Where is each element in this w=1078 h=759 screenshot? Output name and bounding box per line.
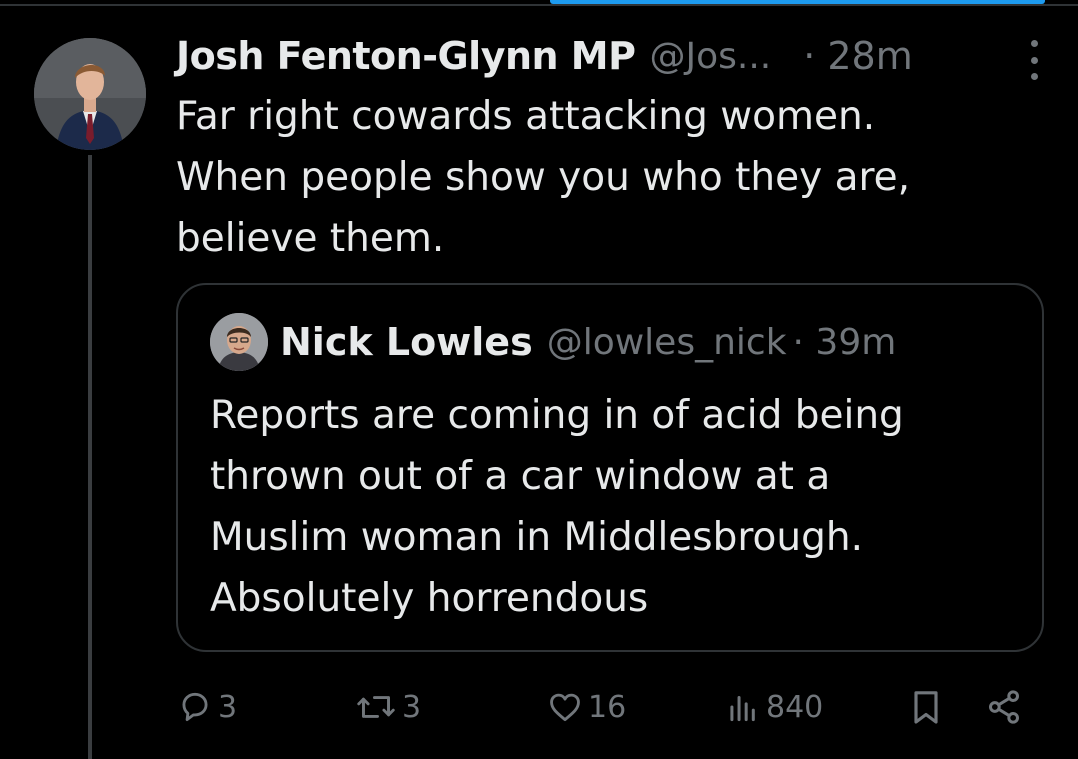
quoted-author-handle[interactable]: @lowles_nick [547, 322, 787, 363]
bookmark-button[interactable] [906, 682, 946, 732]
more-dot [1030, 40, 1038, 47]
quoted-author-photo [210, 313, 268, 371]
share-icon [989, 690, 1019, 724]
heart-icon [550, 693, 580, 722]
author-handle[interactable]: @Jos... [649, 36, 771, 77]
repost-icon [357, 696, 395, 718]
quoted-author-avatar[interactable] [210, 313, 268, 371]
reply-button[interactable]: 3 [176, 682, 237, 732]
bookmark-icon [914, 691, 938, 724]
thread-line [88, 155, 92, 759]
quoted-author-name[interactable]: Nick Lowles [280, 320, 533, 364]
views-icon [730, 695, 755, 722]
more-icon[interactable] [1028, 40, 1040, 80]
tweet-timestamp[interactable]: · 28m [803, 34, 913, 78]
active-tab-indicator [550, 0, 1045, 4]
quoted-tweet-timestamp[interactable]: · 39m [793, 322, 897, 363]
like-button[interactable]: 16 [546, 682, 626, 732]
quoted-tweet-card[interactable]: Nick Lowles @lowles_nick · 39m Reports a… [176, 283, 1044, 652]
author-photo [34, 38, 146, 150]
reply-count: 3 [218, 689, 238, 725]
view-count: 840 [766, 689, 824, 725]
like-count: 16 [588, 689, 627, 725]
repost-button[interactable]: 3 [354, 682, 421, 732]
action-bar: 3 3 16 840 [176, 682, 1036, 732]
reply-icon [182, 692, 208, 722]
divider [0, 4, 1078, 6]
views-button[interactable]: 840 [724, 682, 823, 732]
tweet-text: Far right cowards attacking women. When … [176, 94, 911, 261]
tweet-view: Josh Fenton-Glynn MP @Jos... · 28m Far r… [0, 0, 1078, 759]
author-avatar[interactable] [34, 38, 146, 150]
share-button[interactable] [984, 682, 1024, 732]
more-dot [1030, 56, 1038, 64]
quoted-tweet-text: Reports are coming in of acid being thro… [210, 393, 904, 621]
quoted-tweet-header: Nick Lowles @lowles_nick · 39m [280, 313, 896, 371]
tweet-header: Josh Fenton-Glynn MP @Jos... · 28m [176, 30, 1046, 82]
more-dot [1030, 73, 1038, 80]
repost-count: 3 [402, 689, 422, 725]
author-name[interactable]: Josh Fenton-Glynn MP [176, 34, 636, 78]
